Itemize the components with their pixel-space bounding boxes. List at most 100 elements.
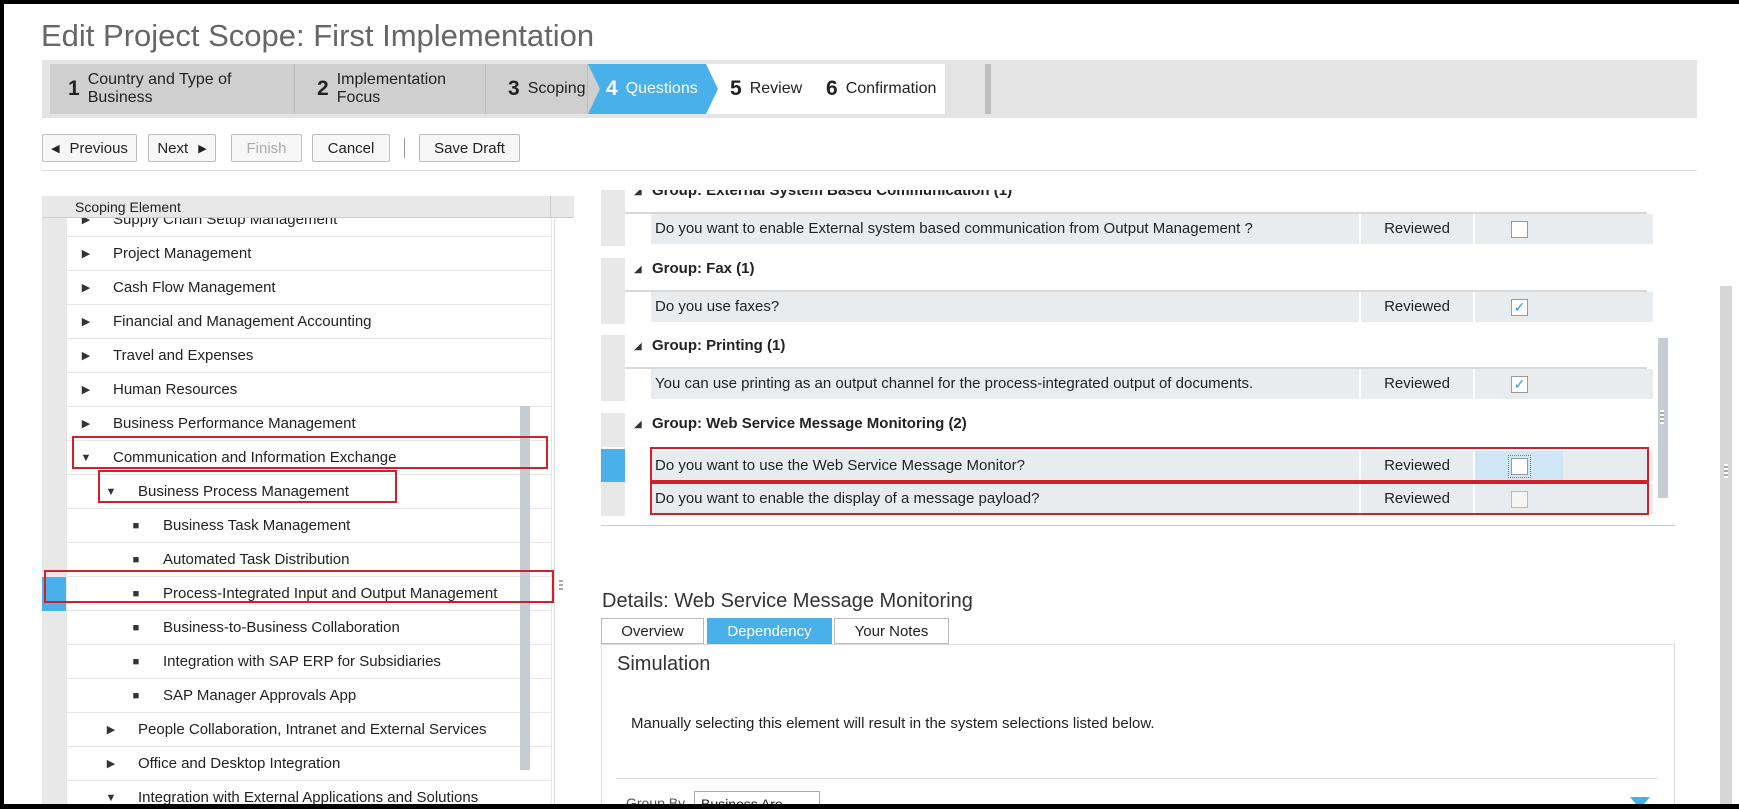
wizard-step-1[interactable]: 1 Country and Type of Business — [50, 64, 307, 114]
wizard-end-cap — [985, 64, 991, 114]
leaf-square-icon: ■ — [132, 622, 140, 634]
collapse-arrow-icon[interactable]: ▼ — [79, 441, 93, 475]
toolbar-divider — [42, 170, 1697, 171]
simulation-text: Manually selecting this element will res… — [631, 715, 1155, 732]
next-button[interactable]: Next ▶ — [148, 134, 216, 162]
wizard-roadmap: 1 Country and Type of Business 2 Impleme… — [42, 60, 1697, 118]
chevron-right-icon: ▶ — [198, 142, 207, 155]
leaf-square-icon: ■ — [132, 588, 140, 600]
tree-row[interactable]: ▶ Project Management — [42, 237, 552, 271]
expand-arrow-icon[interactable]: ▶ — [79, 373, 93, 407]
question-row[interactable]: Do you use faxes? Reviewed ✓ — [601, 290, 1655, 324]
tree-row[interactable]: ▼ Communication and Information Exchange — [42, 441, 552, 475]
page-title: Edit Project Scope: First Implementation — [41, 18, 595, 53]
expand-arrow-icon[interactable]: ▶ — [79, 407, 93, 441]
collapse-arrow-icon[interactable]: ▼ — [104, 781, 118, 804]
tab-overview[interactable]: Overview — [601, 618, 704, 644]
simulation-title: Simulation — [617, 653, 711, 675]
collapse-triangle-icon[interactable]: ◢ — [634, 264, 642, 275]
tree-row[interactable]: ▼ Integration with External Applications… — [42, 781, 552, 804]
answer-checkbox[interactable]: ✓ — [1511, 376, 1528, 393]
step-label: Confirmation — [845, 80, 937, 97]
save-draft-button[interactable]: Save Draft — [419, 134, 520, 162]
answer-checkbox[interactable] — [1508, 455, 1531, 478]
answer-checkbox[interactable]: ✓ — [1511, 299, 1528, 316]
previous-button[interactable]: ◀ Previous — [42, 134, 137, 162]
tree-row[interactable]: ▶ Financial and Management Accounting — [42, 305, 552, 339]
step-label: Scoping — [527, 80, 586, 97]
finish-button[interactable]: Finish — [231, 134, 302, 162]
scoping-tree: Scoping Element ▶ Supply Chain Setup Man… — [42, 196, 574, 804]
tree-row[interactable]: ▶ People Collaboration, Intranet and Ext… — [42, 713, 552, 747]
splitter-grip-icon[interactable] — [559, 578, 563, 592]
collapse-triangle-icon[interactable]: ◢ — [634, 419, 642, 430]
tree-scrollbar[interactable] — [554, 218, 574, 804]
leaf-square-icon: ■ — [132, 520, 140, 532]
question-row-selected[interactable]: Do you want to use the Web Service Messa… — [601, 449, 1655, 483]
expand-arrow-icon[interactable]: ▶ — [79, 271, 93, 305]
tab-dependency[interactable]: Dependency — [707, 618, 832, 644]
tree-row[interactable]: ▶ Travel and Expenses — [42, 339, 552, 373]
expand-arrow-icon[interactable]: ▶ — [79, 339, 93, 373]
wizard-step-3[interactable]: 3 Scoping — [486, 64, 600, 114]
tab-your-notes[interactable]: Your Notes — [834, 618, 949, 644]
answer-checkbox[interactable] — [1511, 221, 1528, 238]
tree-row[interactable]: ▶ Office and Desktop Integration — [42, 747, 552, 781]
question-row[interactable]: You can use printing as an output channe… — [601, 367, 1655, 401]
tree-row[interactable]: ■ Business Task Management — [42, 509, 552, 543]
group-row[interactable]: ◢ Group: Printing (1) — [601, 335, 1655, 369]
expand-arrow-icon[interactable]: ▶ — [104, 713, 118, 747]
step-number: 1 — [68, 77, 80, 100]
step-number: 5 — [730, 77, 742, 100]
tree-row[interactable]: ■ Integration with SAP ERP for Subsidiar… — [42, 645, 552, 679]
tree-row[interactable]: ▶ Human Resources — [42, 373, 552, 407]
group-row[interactable]: ◢ Group: Fax (1) — [601, 258, 1655, 292]
step-number: 2 — [317, 77, 329, 100]
wizard-step-4[interactable]: 4 Questions — [588, 64, 718, 114]
group-row[interactable]: ◢ Group: External System Based Communica… — [601, 190, 1655, 214]
chevron-left-icon: ◀ — [51, 142, 60, 155]
filter-icon[interactable] — [1630, 797, 1650, 804]
group-by-label: Group By — [626, 795, 686, 804]
collapse-arrow-icon[interactable]: ▼ — [104, 475, 118, 509]
details-title: Details: Web Service Message Monitoring — [602, 590, 973, 612]
splitter-grip-icon[interactable] — [1660, 410, 1664, 424]
app-window: Edit Project Scope: First Implementation… — [4, 4, 1739, 804]
tree-row[interactable]: ▶ Business Performance Management — [42, 407, 552, 441]
questions-table: ◢ Group: External System Based Communica… — [601, 190, 1675, 526]
expand-arrow-icon[interactable]: ▶ — [104, 747, 118, 781]
toolbar-separator — [404, 138, 405, 158]
step-number: 4 — [606, 77, 618, 100]
step-label: Implementation Focus — [336, 71, 447, 106]
tree-row[interactable]: ▼ Business Process Management — [42, 475, 552, 509]
tree-row[interactable]: ■ SAP Manager Approvals App — [42, 679, 552, 713]
tree-row[interactable]: ■ Business-to-Business Collaboration — [42, 611, 552, 645]
tree-row[interactable]: ■ Automated Task Distribution — [42, 543, 552, 577]
tree-row[interactable]: ▶ Cash Flow Management — [42, 271, 552, 305]
leaf-square-icon: ■ — [132, 656, 140, 668]
step-number: 3 — [508, 77, 520, 100]
wizard-step-5[interactable]: 5 Review — [706, 64, 814, 114]
group-by-select[interactable]: Business Are... — [694, 791, 820, 804]
question-row[interactable]: Do you want to enable the display of a m… — [601, 482, 1655, 516]
collapse-triangle-icon[interactable]: ◢ — [634, 341, 642, 352]
step-label: Review — [749, 80, 803, 97]
step-label: Country and Type of Business — [87, 71, 232, 106]
expand-arrow-icon[interactable]: ▶ — [79, 305, 93, 339]
wizard-step-2[interactable]: 2 Implementation Focus — [295, 64, 498, 114]
expand-arrow-icon[interactable]: ▶ — [79, 237, 93, 271]
question-row[interactable]: Do you want to enable External system ba… — [601, 212, 1655, 246]
cancel-button[interactable]: Cancel — [312, 134, 390, 162]
tree-scrollbar-thumb[interactable] — [520, 406, 530, 770]
tree-row-selected[interactable]: ■ Process-Integrated Input and Output Ma… — [42, 577, 552, 611]
leaf-square-icon: ■ — [132, 690, 140, 702]
answer-checkbox[interactable] — [1511, 491, 1528, 508]
collapse-triangle-icon[interactable]: ◢ — [634, 190, 642, 197]
tree-column-header-overlay: Scoping Element — [42, 196, 574, 218]
group-row[interactable]: ◢ Group: Web Service Message Monitoring … — [601, 413, 1655, 447]
leaf-square-icon: ■ — [132, 554, 140, 566]
step-number: 6 — [826, 77, 838, 100]
scrollbar-grip-icon[interactable] — [1724, 464, 1728, 478]
page-scrollbar[interactable] — [1720, 286, 1732, 804]
wizard-step-6[interactable]: 6 Confirmation — [802, 64, 945, 114]
